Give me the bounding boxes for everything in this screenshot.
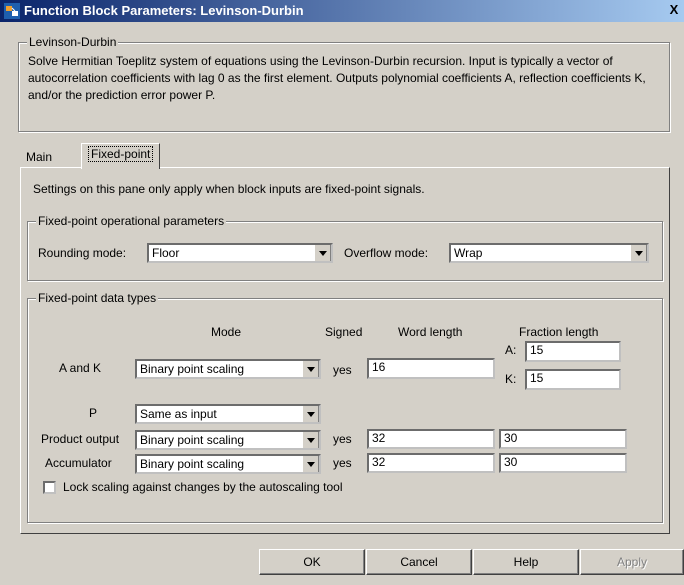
a-and-k-word-length-field[interactable]: 16 [367,358,495,379]
overflow-mode-select[interactable]: Wrap [449,243,649,263]
accumulator-word-length-field[interactable]: 32 [367,453,495,473]
close-icon[interactable]: X [666,2,682,18]
chevron-down-icon[interactable] [302,432,319,448]
title-bar: Function Block Parameters: Levinson-Durb… [0,0,684,22]
chevron-down-icon[interactable] [302,406,319,422]
a-and-k-signed: yes [333,363,352,377]
apply-button[interactable]: Apply [580,549,684,575]
row-label-product-output: Product output [41,432,120,446]
help-button[interactable]: Help [473,549,579,575]
accumulator-mode-value: Binary point scaling [140,457,245,471]
tab-fixed-point[interactable]: Fixed-point [81,143,161,169]
lock-scaling-checkbox[interactable] [43,481,56,494]
operational-parameters-group: Fixed-point operational parameters Round… [27,214,663,281]
row-label-accumulator: Accumulator [45,456,112,470]
tab-main[interactable]: Main [20,147,59,168]
chevron-down-icon[interactable] [302,456,319,472]
simulink-block-icon [4,3,20,19]
product-output-fraction-length-field[interactable]: 30 [499,429,627,449]
column-header-word-length: Word length [398,325,463,339]
block-description-group: Levinson-Durbin Solve Hermitian Toeplitz… [18,35,670,132]
product-output-mode-value: Binary point scaling [140,433,245,447]
pane-note: Settings on this pane only apply when bl… [33,182,425,196]
overflow-mode-label: Overflow mode: [344,246,429,260]
block-group-label: Levinson-Durbin [27,35,119,49]
block-description: Solve Hermitian Toeplitz system of equat… [28,54,646,102]
column-header-fraction-length: Fraction length [519,325,599,339]
rounding-mode-select[interactable]: Floor [147,243,333,263]
accumulator-fraction-length-field[interactable]: 30 [499,453,627,473]
accumulator-signed: yes [333,456,352,470]
cancel-button[interactable]: Cancel [366,549,472,575]
product-output-signed: yes [333,432,352,446]
operational-group-label: Fixed-point operational parameters [36,214,227,228]
product-output-word-length-field[interactable]: 32 [367,429,495,449]
a-and-k-mode-value: Binary point scaling [140,362,245,376]
lock-scaling-label: Lock scaling against changes by the auto… [63,480,343,494]
data-types-group: Fixed-point data types Mode Signed Word … [27,291,663,523]
column-header-signed: Signed [325,325,363,339]
tab-fixed-point-label: Fixed-point [88,146,154,162]
fraction-k-field[interactable]: 15 [525,369,621,390]
window-title: Function Block Parameters: Levinson-Durb… [24,3,304,18]
fixed-point-pane: Settings on this pane only apply when bl… [20,167,670,534]
chevron-down-icon[interactable] [630,245,647,261]
fraction-a-field[interactable]: 15 [525,341,621,362]
fraction-a-label: A: [505,343,517,357]
product-output-mode-select[interactable]: Binary point scaling [135,430,321,450]
fraction-k-label: K: [505,372,517,386]
column-header-mode: Mode [211,325,242,339]
a-and-k-mode-select[interactable]: Binary point scaling [135,359,321,379]
rounding-mode-label: Rounding mode: [38,246,127,260]
chevron-down-icon[interactable] [302,361,319,377]
tab-main-label: Main [26,150,53,164]
data-types-group-label: Fixed-point data types [36,291,159,305]
chevron-down-icon[interactable] [314,245,331,261]
p-mode-value: Same as input [140,407,217,421]
ok-button[interactable]: OK [259,549,365,575]
p-mode-select[interactable]: Same as input [135,404,321,424]
row-label-p: P [89,406,98,420]
overflow-mode-value: Wrap [454,246,483,260]
accumulator-mode-select[interactable]: Binary point scaling [135,454,321,474]
row-label-a-and-k: A and K [59,361,102,375]
rounding-mode-value: Floor [152,246,180,260]
